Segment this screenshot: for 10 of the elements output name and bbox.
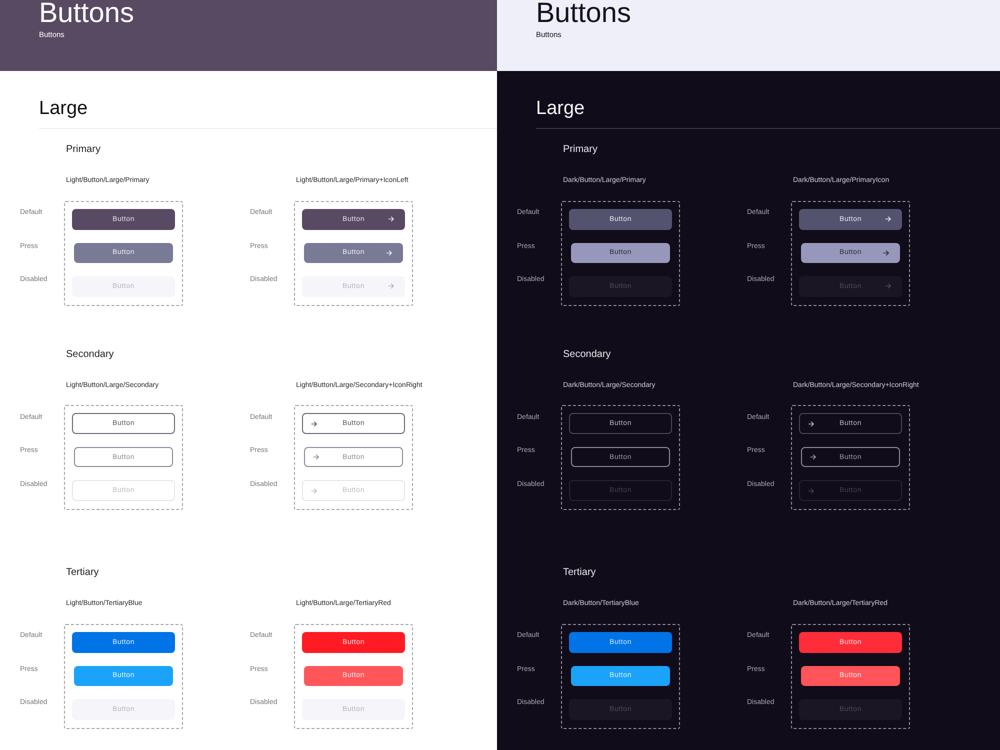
page-title: Buttons (39, 0, 135, 26)
section-title: Primary (65, 144, 102, 156)
size-heading: Large (38, 98, 89, 120)
page-title: Buttons (536, 0, 632, 26)
section-title: Primary (562, 144, 598, 156)
section-title: Tertiary (562, 567, 597, 579)
section-title: Secondary (562, 348, 612, 360)
size-heading: Large (535, 98, 586, 120)
section-title: Tertiary (65, 567, 100, 579)
section-title: Secondary (65, 348, 115, 360)
